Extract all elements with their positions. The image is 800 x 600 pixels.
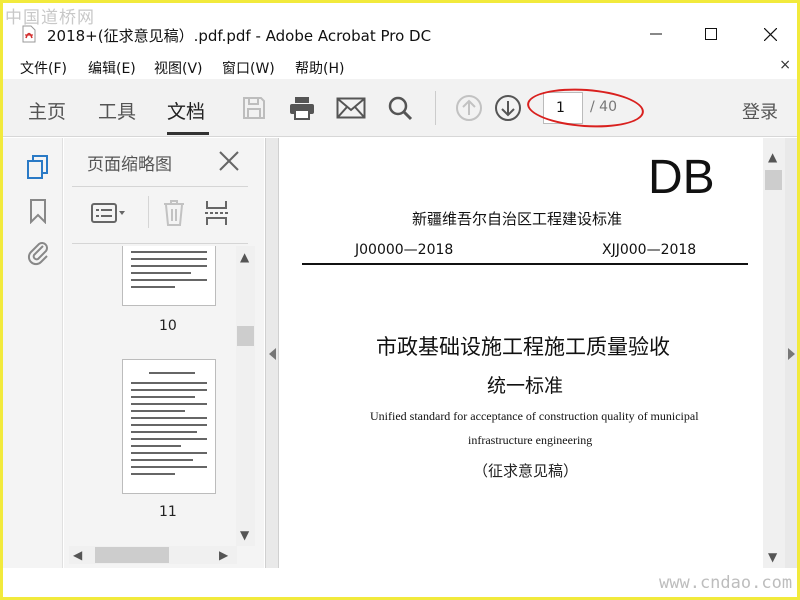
maximize-icon [705,28,717,40]
page-thumbnails-button[interactable] [23,152,53,182]
english-title-line2: infrastructure engineering [468,433,593,447]
tab-home[interactable]: 主页 [28,97,66,124]
standard-code-right: XJJ000—2018 [602,242,697,258]
english-title-line1: Unified standard for acceptance of const… [370,409,699,423]
scroll-up-arrow-icon[interactable]: ▲ [240,250,249,264]
trash-icon [164,200,184,226]
minimize-button[interactable] [633,17,679,51]
page-layout-icon [205,201,228,225]
document-title-line2: 统一标准 [487,375,564,397]
close-document-button[interactable]: × [779,57,791,73]
thumbnail-label: 10 [159,318,177,334]
login-button[interactable]: 登录 [742,98,778,124]
bookmarks-button[interactable] [23,196,53,226]
panel-splitter[interactable] [265,138,279,568]
draft-note: （征求意见稿） [473,462,579,480]
delete-page-button[interactable] [162,198,186,228]
document-page: DB 新疆维吾尔自治区工程建设标准 J00000—2018 XJJ000—201… [280,138,762,568]
scroll-right-arrow-icon[interactable]: ▶ [219,548,228,562]
pdf-file-icon [22,25,36,43]
next-page-button[interactable] [493,93,523,123]
page-thumbnails-icon [27,155,48,179]
thumbnail-list[interactable]: 10 11 [69,246,237,546]
toolbar-separator [435,91,436,125]
tab-tools[interactable]: 工具 [98,97,136,124]
toolbar: 主页 工具 文档 [3,79,797,137]
attachment-icon [27,242,48,266]
print-icon [290,97,314,120]
title-bar: 中国道桥网 2018+(征求意见稿）.pdf.pdf - Adobe Acrob… [3,3,797,51]
scroll-up-arrow-icon[interactable]: ▲ [768,150,777,164]
menu-bar: 文件(F) 编辑(E) 视图(V) 窗口(W) 帮助(H) × [3,53,797,79]
page-down-icon [495,95,521,121]
close-panel-icon[interactable] [218,150,240,172]
thumbnail-label: 11 [159,504,177,520]
print-button[interactable] [287,93,317,123]
email-icon [336,97,366,119]
scroll-left-arrow-icon[interactable]: ◀ [73,548,82,562]
app-window: 中国道桥网 2018+(征求意见稿）.pdf.pdf - Adobe Acrob… [0,0,800,600]
active-tab-indicator [167,132,209,135]
menu-file[interactable]: 文件(F) [20,58,67,78]
email-button[interactable] [336,93,366,123]
minimize-icon [650,33,662,35]
menu-view[interactable]: 视图(V) [154,58,203,78]
scrollbar-thumb[interactable] [765,170,782,190]
collapse-left-arrow-icon[interactable] [269,348,276,360]
navigation-pane-icons [3,138,63,568]
thumbnail-panel: 页面缩略图 10 11 ▲ ▼ ◀ ▶ [64,138,264,568]
options-menu-icon [91,203,125,223]
thumbnail-horizontal-scrollbar[interactable]: ◀ ▶ [69,546,237,564]
maximize-button[interactable] [688,17,734,51]
tab-document[interactable]: 文档 [167,97,205,124]
expand-right-arrow-icon[interactable] [788,348,795,360]
close-window-button[interactable] [747,17,793,51]
previous-page-button[interactable] [454,93,484,123]
panel-toolbar-separator [148,196,149,228]
panel-divider [72,243,248,244]
watermark-bottom: www.cndao.com [659,573,793,593]
scrollbar-thumb[interactable] [237,326,254,346]
thumbnail-options-button[interactable] [90,198,128,228]
scrollbar-thumb[interactable] [95,547,169,563]
standard-code-left: J00000—2018 [355,242,454,258]
attachments-button[interactable] [23,238,53,268]
rotate-page-button[interactable] [204,198,230,228]
save-icon [243,97,265,119]
document-title-line1: 市政基础设施工程施工质量验收 [376,335,670,359]
search-button[interactable] [385,93,415,123]
page-thumbnail-10[interactable] [122,246,216,306]
standard-name: 新疆维吾尔自治区工程建设标准 [412,210,623,228]
window-title: 2018+(征求意见稿）.pdf.pdf - Adobe Acrobat Pro… [47,27,432,45]
panel-title: 页面缩略图 [87,155,172,175]
close-icon [763,27,777,41]
header-rule [302,263,748,265]
standard-logo: DB [648,151,715,204]
page-up-icon [456,95,482,121]
search-icon [388,96,413,121]
menu-window[interactable]: 窗口(W) [222,58,275,78]
scroll-down-arrow-icon[interactable]: ▼ [240,528,249,542]
panel-divider [72,186,248,187]
menu-edit[interactable]: 编辑(E) [88,58,136,78]
thumbnail-vertical-scrollbar[interactable]: ▲ ▼ [236,246,255,546]
scroll-down-arrow-icon[interactable]: ▼ [768,550,777,564]
right-pane-toggle[interactable] [785,138,797,568]
save-button[interactable] [239,93,269,123]
bookmark-icon [30,199,46,224]
page-thumbnail-11[interactable] [122,359,216,494]
document-vertical-scrollbar[interactable]: ▲ ▼ [763,138,785,568]
menu-help[interactable]: 帮助(H) [295,58,344,78]
